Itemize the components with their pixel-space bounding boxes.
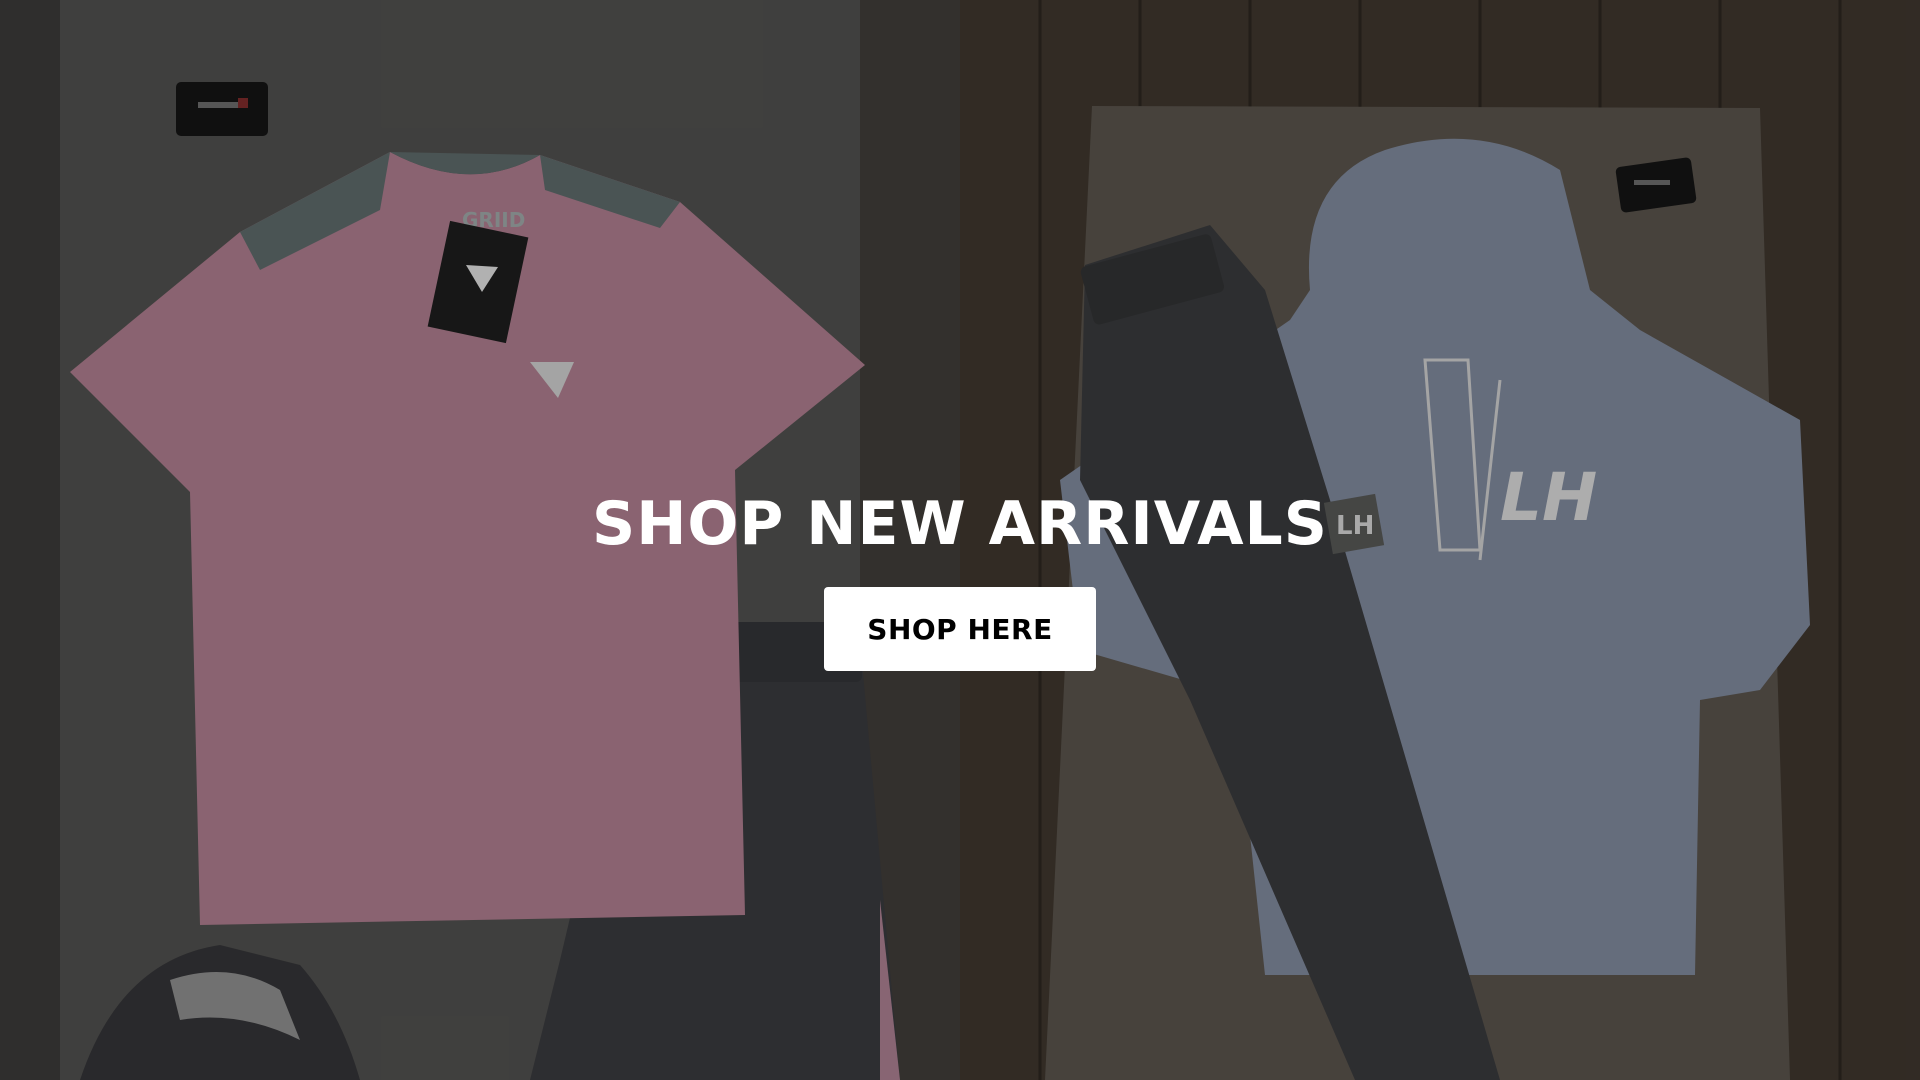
hero-banner: GRIID LH LH SHOP NEW ARRIVALS SHOP HERE <box>0 0 1920 1080</box>
hero-content: SHOP NEW ARRIVALS SHOP HERE <box>0 0 1920 1080</box>
hero-headline: SHOP NEW ARRIVALS <box>592 489 1328 559</box>
shop-here-button[interactable]: SHOP HERE <box>824 587 1096 671</box>
